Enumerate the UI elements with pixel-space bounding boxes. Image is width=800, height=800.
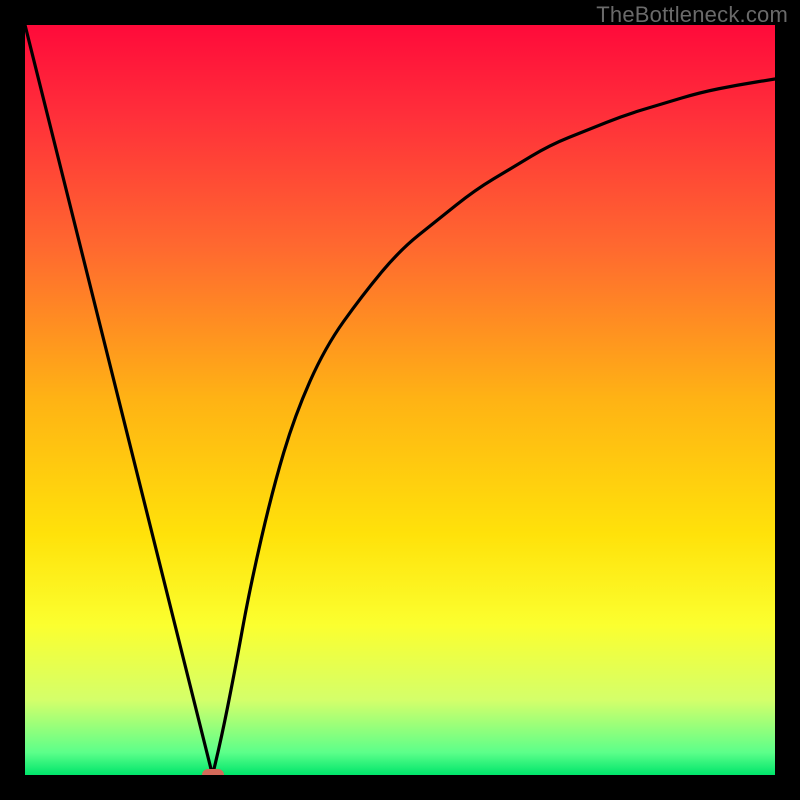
optimal-point-marker bbox=[202, 769, 224, 775]
bottleneck-curve bbox=[25, 25, 775, 775]
chart-frame: TheBottleneck.com bbox=[0, 0, 800, 800]
plot-area bbox=[25, 25, 775, 775]
